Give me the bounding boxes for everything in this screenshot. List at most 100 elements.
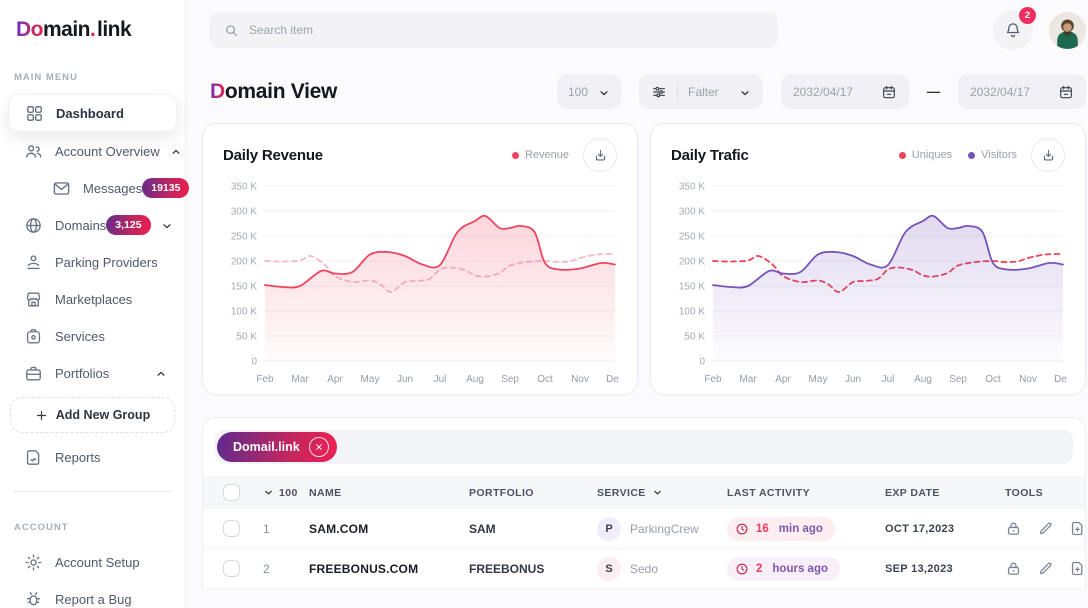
lock-icon[interactable] <box>1005 520 1022 537</box>
svg-text:200 K: 200 K <box>679 257 705 268</box>
sidebar-item-dashboard[interactable]: Dashboard <box>8 94 177 132</box>
service-cell: P ParkingCrew <box>597 517 727 541</box>
chevron-down-icon <box>739 86 751 98</box>
remove-filter-button[interactable] <box>309 437 329 457</box>
legend-dot <box>968 152 975 159</box>
calendar-icon <box>881 84 897 100</box>
sidebar-item-parking-providers[interactable]: Parking Providers <box>8 244 177 280</box>
search-input[interactable] <box>249 23 764 37</box>
table-header-row: 100 NAME PORTFOLIO SERVICE LAST ACTIVITY… <box>203 476 1085 509</box>
date-to-picker[interactable]: 2032/04/17 <box>958 74 1086 109</box>
page-size-select[interactable]: 100 <box>557 74 621 109</box>
gear-icon <box>24 553 43 572</box>
edit-icon[interactable] <box>1037 560 1054 577</box>
svg-text:100 K: 100 K <box>679 307 705 318</box>
column-exp-date: EXP DATE <box>885 487 1005 499</box>
tools-cell <box>1005 520 1088 537</box>
svg-text:50 K: 50 K <box>684 332 705 343</box>
row-checkbox[interactable] <box>223 560 240 577</box>
sidebar-item-report-bug[interactable]: Report a Bug <box>8 581 177 608</box>
app-logo: Domain.link <box>0 14 185 42</box>
date-range-separator: — <box>927 84 940 99</box>
add-new-group-button[interactable]: Add New Group <box>10 397 175 433</box>
sidebar-item-label: Dashboard <box>56 106 124 121</box>
daily-revenue-card: Daily Revenue Revenue 350 K300 K250 K200… <box>202 123 638 395</box>
revenue-chart: 350 K300 K250 K200 K150 K100 K50 K0FebMa… <box>223 178 619 390</box>
calendar-icon <box>1058 84 1074 100</box>
svg-text:250 K: 250 K <box>679 232 705 243</box>
dashboard-grid-icon <box>25 104 44 123</box>
notifications-button[interactable]: 2 <box>993 10 1033 50</box>
download-button[interactable] <box>1031 138 1065 172</box>
svg-text:300 K: 300 K <box>231 207 257 218</box>
report-document-icon <box>24 448 43 467</box>
sidebar-item-messages[interactable]: Messages 19135 <box>36 170 177 206</box>
table-row: 1 SAM.COM SAM P ParkingCrew 16min ago OC… <box>203 509 1085 549</box>
lock-icon[interactable] <box>1005 560 1022 577</box>
svg-text:150 K: 150 K <box>679 282 705 293</box>
svg-text:Sep: Sep <box>949 374 967 385</box>
domain-name: FREEBONUS.COM <box>309 562 469 576</box>
svg-text:Oct: Oct <box>537 374 553 385</box>
notification-badge: 2 <box>1019 7 1036 24</box>
main-content: 2 Domain View 100 Falter <box>186 0 1088 608</box>
svg-text:250 K: 250 K <box>231 232 257 243</box>
sidebar-item-domains[interactable]: Domains 3,125 <box>8 207 177 243</box>
legend-dot <box>899 152 906 159</box>
chart-title: Daily Revenue <box>223 147 323 164</box>
filter-chip-bar: Domail.link <box>215 430 1073 464</box>
sliders-icon <box>651 84 667 100</box>
last-activity-badge: 16min ago <box>727 517 835 541</box>
sidebar-item-services[interactable]: Services <box>8 318 177 354</box>
service-cell: S Sedo <box>597 557 727 581</box>
file-plus-icon[interactable] <box>1069 520 1086 537</box>
exp-date: SEP 13,2023 <box>885 563 1005 575</box>
svg-text:May: May <box>361 374 380 385</box>
sidebar-item-account-setup[interactable]: Account Setup <box>8 544 177 580</box>
chevron-down-icon <box>263 487 274 498</box>
svg-text:350 K: 350 K <box>679 182 705 193</box>
select-all-checkbox[interactable] <box>223 484 240 501</box>
column-portfolio: PORTFOLIO <box>469 487 597 499</box>
date-from-picker[interactable]: 2032/04/17 <box>781 74 909 109</box>
column-name: NAME <box>309 487 469 499</box>
column-service[interactable]: SERVICE <box>597 487 727 499</box>
edit-icon[interactable] <box>1037 520 1054 537</box>
clock-icon <box>735 562 749 576</box>
chevron-up-icon <box>155 367 167 379</box>
svg-text:Mar: Mar <box>739 374 757 385</box>
svg-text:150 K: 150 K <box>231 282 257 293</box>
svg-text:Dec: Dec <box>606 374 619 385</box>
chart-legend: Revenue <box>512 149 569 161</box>
filter-dropdown[interactable]: Falter <box>639 74 763 109</box>
sidebar-item-reports[interactable]: Reports <box>8 439 177 475</box>
portfolio-name: FREEBONUS <box>469 562 597 576</box>
user-avatar[interactable] <box>1049 12 1086 49</box>
download-button[interactable] <box>583 138 617 172</box>
filter-chip[interactable]: Domail.link <box>217 432 337 462</box>
svg-text:Jul: Jul <box>434 374 447 385</box>
row-index: 1 <box>263 522 309 536</box>
svg-text:350 K: 350 K <box>231 182 257 193</box>
main-menu-label: MAIN MENU <box>0 42 185 93</box>
search-bar[interactable] <box>210 12 778 48</box>
page-title: Domain View <box>210 80 337 104</box>
sidebar-item-marketplaces[interactable]: Marketplaces <box>8 281 177 317</box>
service-initial-badge: P <box>597 517 621 541</box>
app-root: Domain.link MAIN MENU Dashboard Account … <box>0 0 1088 608</box>
download-icon <box>1041 148 1056 163</box>
trafic-chart: 350 K300 K250 K200 K150 K100 K50 K0FebMa… <box>671 178 1067 390</box>
svg-text:Nov: Nov <box>571 374 589 385</box>
file-plus-icon[interactable] <box>1069 560 1086 577</box>
tools-cell <box>1005 560 1088 577</box>
svg-text:50 K: 50 K <box>236 332 257 343</box>
sidebar-item-account-overview[interactable]: Account Overview <box>8 133 177 169</box>
bell-icon <box>1004 21 1022 39</box>
row-checkbox[interactable] <box>223 520 240 537</box>
bug-icon <box>24 590 43 608</box>
divider <box>677 83 678 101</box>
sidebar-item-portfolios[interactable]: Portfolios <box>8 355 177 391</box>
charts-row: Daily Revenue Revenue 350 K 300 K 250 K 200… <box>186 123 1088 395</box>
chart-title: Daily Trafic <box>671 147 749 164</box>
row-count-sort[interactable]: 100 <box>263 487 309 499</box>
